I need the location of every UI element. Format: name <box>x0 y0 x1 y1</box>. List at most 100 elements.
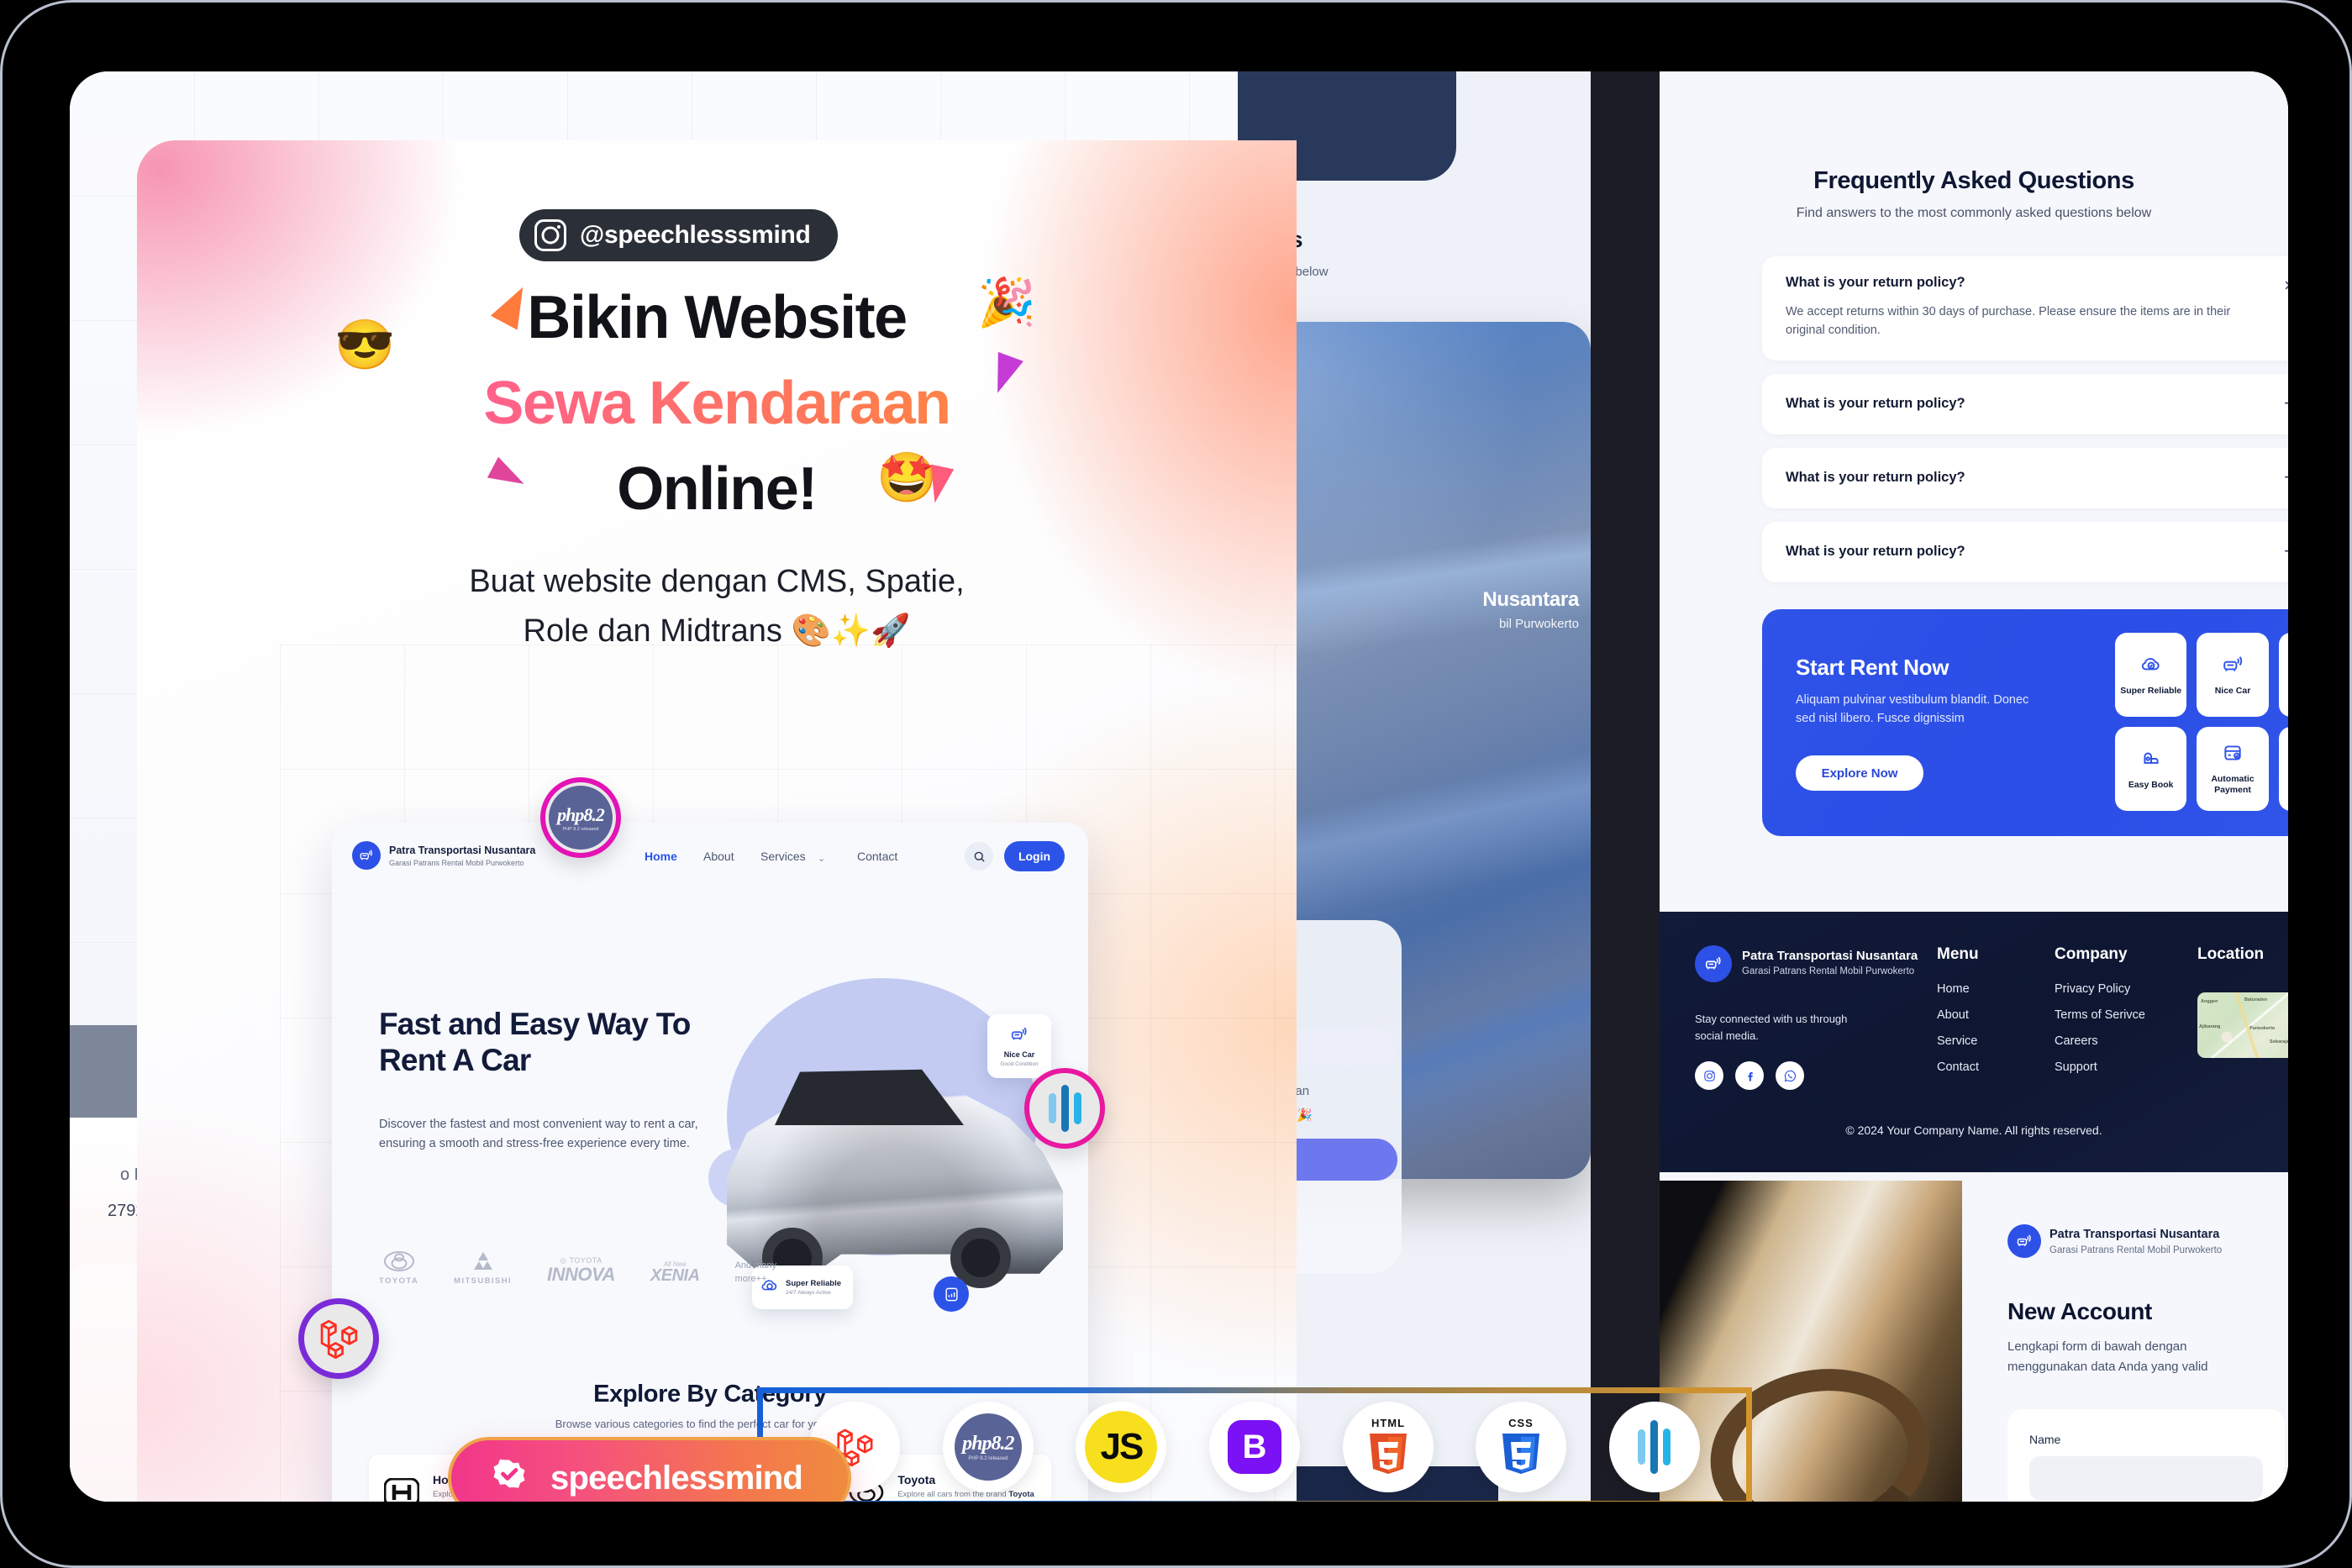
footer-social-links <box>1695 1061 1804 1090</box>
hero-subtitle-line-2: Role dan Midtrans 🎨✨🚀 <box>523 613 911 649</box>
car-signal-icon <box>2007 1224 2041 1258</box>
faq-item[interactable]: What is your return policy? + <box>1762 373 2288 434</box>
svg-text:CSS: CSS <box>1508 1417 1534 1429</box>
easy-book-icon <box>2140 748 2162 774</box>
php-badge: php8.2 PHP 8.2 released <box>540 777 621 858</box>
footer-location-column: Location <box>2197 945 2264 982</box>
cta-feature-power-up[interactable]: Power Up <box>2278 633 2288 717</box>
whatsapp-icon[interactable] <box>1776 1061 1804 1090</box>
footer-link-support[interactable]: Support <box>2055 1060 2145 1074</box>
cta-title: Start Rent Now <box>1796 655 1949 680</box>
footer-link-contact[interactable]: Contact <box>1937 1060 1979 1074</box>
footer-link-terms[interactable]: Terms of Serivce <box>2055 1008 2145 1022</box>
faq-item[interactable]: What is your return policy? + <box>1762 447 2288 508</box>
javascript-icon[interactable]: JS <box>1076 1402 1167 1492</box>
start-rent-cta-card: Start Rent Now Aliquam pulvinar vestibul… <box>1762 609 2288 836</box>
footer: Patra Transportasi Nusantara Garasi Patr… <box>1660 912 2288 1172</box>
watermark-label: speechlessmind <box>550 1459 803 1497</box>
map-label: Anggen <box>2201 999 2218 1004</box>
brand-label: XENIA <box>650 1266 700 1285</box>
car-signal-icon <box>1010 1025 1029 1048</box>
nav-item-home[interactable]: Home <box>645 850 677 863</box>
footer-link-service[interactable]: Service <box>1937 1034 1979 1048</box>
map-label: Baturaden <box>2244 997 2268 1002</box>
footer-menu-column: Menu Home About Service Contact <box>1937 945 1979 1087</box>
new-account-panel: Patra Transportasi Nusantara Garasi Patr… <box>1660 1181 2288 1502</box>
car-signal-icon <box>352 841 381 870</box>
map-label: Sokaraja <box>2270 1039 2288 1044</box>
nav-item-services[interactable]: Services <box>760 850 806 863</box>
js-label: JS <box>1085 1411 1158 1483</box>
bootstrap-label: B <box>1227 1420 1281 1474</box>
footer-link-careers[interactable]: Careers <box>2055 1034 2145 1048</box>
car-signal-icon <box>2222 654 2244 680</box>
plus-icon[interactable]: + <box>2284 393 2288 413</box>
php-release-text: PHP 8.2 released <box>968 1456 1008 1461</box>
wave-bar <box>1048 1093 1056 1123</box>
cta-feature-super-reliable[interactable]: Super Reliable <box>2115 633 2187 717</box>
footer-brand-name: Patra Transportasi Nusantara <box>1742 949 1918 963</box>
screen: Services ⌄ Contact i Nusantara obil Purw… <box>70 71 2288 1502</box>
faq-item[interactable]: What is your return policy? We accept re… <box>1762 256 2288 360</box>
footer-link-home[interactable]: Home <box>1937 982 1979 996</box>
cta-feature-as-you-wish[interactable]: As You Wish <box>2278 727 2288 811</box>
php-release-text: PHP 8.2 released <box>562 826 599 832</box>
audio-wave-icon[interactable] <box>1608 1402 1700 1492</box>
location-map[interactable]: Anggen Baturaden Bobot Ajibarang Purwoke… <box>2197 992 2288 1058</box>
nice-car-sub: Good Condition <box>1000 1061 1039 1067</box>
site-brand-name: Patra Transportasi Nusantara <box>389 845 536 856</box>
site-hero-description: Discover the fastest and most convenient… <box>379 1118 698 1151</box>
faq-question: What is your return policy? <box>1786 469 1965 485</box>
laravel-icon <box>320 1319 358 1360</box>
footer-company-column: Company Privacy Policy Terms of Serivce … <box>2055 945 2145 1087</box>
faq-item[interactable]: What is your return policy? + <box>1762 521 2288 582</box>
footer-link-about[interactable]: About <box>1937 1008 1979 1022</box>
cta-feature-label: Nice Car <box>2214 685 2251 696</box>
background-dark-gap <box>1591 71 1660 1502</box>
brand-logo-xenia: All New XENIA <box>650 1260 700 1285</box>
site-brand-sub: Garasi Patrans Rental Mobil Purwokerto <box>389 859 524 867</box>
name-input[interactable] <box>2029 1456 2263 1500</box>
php-icon[interactable]: php8.2 PHP 8.2 released <box>942 1402 1034 1492</box>
bootstrap-icon[interactable]: B <box>1208 1402 1300 1492</box>
wave-bar <box>1060 1085 1069 1132</box>
login-button[interactable]: Login <box>1004 841 1065 871</box>
css3-icon[interactable]: CSS <box>1476 1402 1567 1492</box>
footer-company-heading: Company <box>2055 945 2128 963</box>
explore-now-button[interactable]: Explore Now <box>1796 755 1923 791</box>
close-icon[interactable]: × <box>2284 276 2288 295</box>
hero-subtitle-line-1: Buat website dengan CMS, Spatie, <box>469 564 965 599</box>
account-brand-sub: Garasi Patrans Rental Mobil Purwokerto <box>2049 1245 2223 1255</box>
plus-icon[interactable]: + <box>2284 541 2288 560</box>
faq-question: What is your return policy? <box>1786 543 1965 559</box>
tech-stack-strip: php8.2 PHP 8.2 released JS B HTML CSS <box>757 1387 1752 1502</box>
instagram-icon[interactable] <box>1695 1061 1723 1090</box>
php-version-text: php8.2 <box>557 803 605 825</box>
instagram-handle-pill: @speechlesssmind <box>519 209 838 261</box>
instagram-icon <box>534 219 566 251</box>
chevron-down-icon[interactable]: ⌄ <box>818 853 825 864</box>
faq-question: What is your return policy? <box>1786 395 1965 411</box>
nav-item-contact[interactable]: Contact <box>857 850 897 863</box>
new-account-form: Patra Transportasi Nusantara Garasi Patr… <box>1962 1181 2288 1502</box>
cta-description: Aliquam pulvinar vestibulum blandit. Don… <box>1796 693 2029 726</box>
search-icon[interactable] <box>965 842 993 871</box>
site-hero-title: Fast and Easy Way To Rent A Car <box>379 1007 691 1078</box>
plus-icon[interactable]: + <box>2284 467 2288 487</box>
html5-icon[interactable]: HTML <box>1342 1402 1434 1492</box>
php-logo-icon: php8.2 PHP 8.2 released <box>549 786 613 850</box>
cta-feature-easy-book[interactable]: Easy Book <box>2115 727 2187 811</box>
wave-bar <box>1073 1092 1081 1124</box>
hero-headline-line-2: Sewa Kendaraan <box>137 369 1297 438</box>
footer-link-privacy[interactable]: Privacy Policy <box>2055 982 2145 996</box>
faq-question: What is your return policy? <box>1786 275 1965 290</box>
chart-up-icon <box>934 1276 969 1312</box>
facebook-icon[interactable] <box>1735 1061 1764 1090</box>
cta-feature-nice-car[interactable]: Nice Car <box>2197 633 2269 717</box>
nav-item-about[interactable]: About <box>703 850 734 863</box>
audio-wave-badge <box>1024 1068 1105 1149</box>
super-reliable-sub: 24/7 Always Active <box>786 1290 831 1296</box>
verified-badge-icon <box>488 1457 530 1499</box>
cta-feature-automatic-payment[interactable]: Automatic Payment <box>2197 727 2269 811</box>
brand-logo-innova: ◎ TOYOTA INNOVA <box>547 1256 615 1285</box>
